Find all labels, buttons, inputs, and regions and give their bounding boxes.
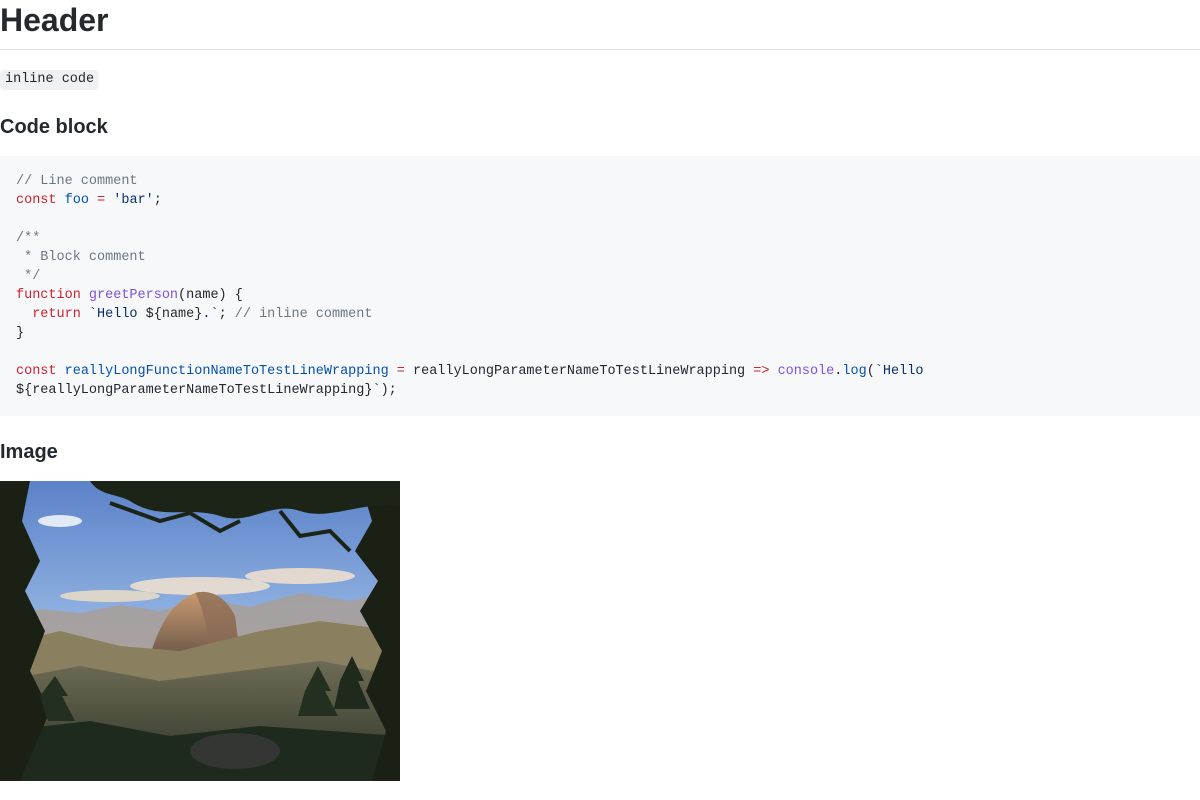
close-brace: } bbox=[16, 326, 25, 341]
function-params: (name) { bbox=[178, 288, 243, 303]
function-keyword: function bbox=[16, 288, 81, 303]
assign-operator-2: = bbox=[396, 364, 405, 379]
arrow-operator: => bbox=[753, 364, 770, 379]
code-block-heading: Code block bbox=[0, 116, 108, 138]
log-method: log bbox=[842, 364, 867, 379]
block-comment-text: * Block comment bbox=[16, 250, 146, 265]
template2-close: ` bbox=[372, 383, 381, 398]
const-keyword-2: const bbox=[16, 364, 57, 379]
variable-foo: foo bbox=[64, 193, 89, 208]
landscape-photo bbox=[0, 481, 400, 781]
code-block: // Line comment const foo = 'bar'; /** *… bbox=[0, 156, 1200, 416]
paren-open: ( bbox=[866, 364, 875, 379]
console-object: console bbox=[777, 364, 835, 379]
template-interp: ${name} bbox=[145, 307, 203, 322]
const-keyword: const bbox=[16, 193, 57, 208]
block-comment-close: */ bbox=[16, 269, 41, 284]
template2-open: `Hello bbox=[874, 364, 924, 379]
inline-comment: // inline comment bbox=[234, 307, 373, 322]
long-function-name: reallyLongFunctionNameToTestLineWrapping bbox=[64, 364, 389, 379]
statement-end-2: ); bbox=[380, 383, 397, 398]
page-header: Header bbox=[0, 0, 1200, 50]
image-heading: Image bbox=[0, 441, 58, 463]
template2-interp: ${reallyLongParameterNameToTestLineWrapp… bbox=[16, 383, 373, 398]
function-name: greetPerson bbox=[88, 288, 179, 303]
assign-operator: = bbox=[97, 193, 106, 208]
return-keyword: return bbox=[32, 307, 81, 322]
line-comment: // Line comment bbox=[16, 174, 138, 189]
inline-code-sample: inline code bbox=[0, 70, 100, 90]
block-comment-open: /** bbox=[16, 231, 41, 246]
semicolon: ; bbox=[153, 193, 162, 208]
long-parameter: reallyLongParameterNameToTestLineWrappin… bbox=[404, 364, 754, 379]
template-open: `Hello bbox=[88, 307, 146, 322]
template-close: .` bbox=[202, 307, 219, 322]
string-bar: 'bar' bbox=[113, 193, 154, 208]
statement-end: ; bbox=[218, 307, 235, 322]
